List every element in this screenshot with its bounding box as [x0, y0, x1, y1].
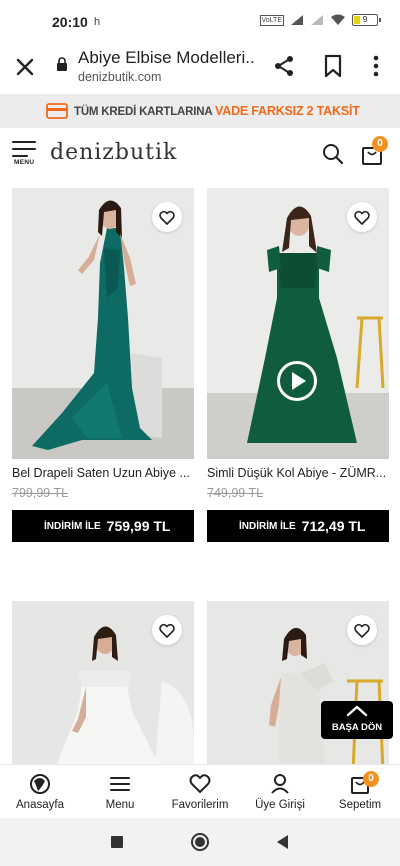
heart-icon [354, 210, 370, 225]
status-time: 20:10 [52, 14, 88, 30]
nav-item-login[interactable]: Üye Girişi [240, 771, 320, 817]
home-circle-icon [191, 833, 209, 851]
product-card[interactable] [207, 601, 389, 764]
close-tab-button[interactable] [12, 54, 38, 80]
back-system-button[interactable] [272, 832, 292, 852]
menu-icon [110, 777, 130, 791]
promo-text-main: TÜM KREDİ KARTLARINA [74, 106, 216, 118]
search-icon [323, 144, 344, 165]
site-header: MENU denizbutik 0 [0, 128, 400, 182]
product-image[interactable] [207, 601, 389, 764]
discount-price-bar: İNDİRİM İLE 712,49 TL [207, 510, 389, 542]
discount-label: İNDİRİM İLE [44, 520, 101, 532]
header-cart-badge: 0 [372, 136, 388, 152]
status-icons: VoLTE 9 [259, 14, 381, 26]
menu-label: MENU [14, 159, 35, 166]
share-icon [275, 56, 293, 76]
product-image[interactable] [12, 601, 194, 764]
signal-icon [291, 15, 303, 25]
nav-label-menu: Menu [105, 799, 135, 811]
heart-icon [159, 210, 175, 225]
user-icon [271, 774, 289, 794]
bottom-nav: Anasayfa Menu Favorilerim Üye Girişi 0 S… [0, 764, 400, 818]
volte-icon: VoLTE [259, 14, 284, 26]
wifi-icon [331, 14, 345, 25]
heart-icon [159, 623, 175, 638]
old-price: 799,99 TL [12, 486, 69, 500]
heart-icon [354, 623, 370, 638]
discount-label: İNDİRİM İLE [239, 520, 296, 532]
favorite-button[interactable] [152, 202, 182, 232]
product-image[interactable] [12, 188, 194, 459]
header-cart-button[interactable]: 0 [360, 136, 388, 166]
favorite-button[interactable] [152, 615, 182, 645]
nav-item-home[interactable]: Anasayfa [0, 771, 80, 817]
battery-level: 9 [362, 15, 368, 24]
discount-price: 759,99 TL [106, 518, 171, 534]
product-card[interactable]: Bel Drapeli Saten Uzun Abiye ... 799,99 … [12, 188, 194, 544]
close-icon [16, 58, 34, 76]
back-triangle-icon [277, 835, 288, 849]
nav-cart-badge: 0 [363, 771, 379, 787]
favorite-button[interactable] [347, 615, 377, 645]
page-title[interactable]: Abiye Elbise Modelleri... [78, 48, 254, 68]
discount-price-bar: İNDİRİM İLE 759,99 TL [12, 510, 194, 542]
hamburger-icon [12, 141, 36, 157]
back-to-top-button[interactable]: BAŞA DÖN [321, 701, 393, 739]
product-card[interactable] [12, 601, 194, 764]
nav-item-cart[interactable]: 0 Sepetim [320, 771, 400, 817]
system-nav-bar [0, 818, 400, 866]
credit-card-icon [46, 103, 68, 119]
status-bar: 20:10 h VoLTE 9 [0, 0, 400, 44]
bookmark-icon [324, 54, 342, 78]
old-price: 749,99 TL [207, 486, 264, 500]
discount-price: 712,49 TL [301, 518, 366, 534]
promo-text-accent: VADE FARKSIZ 2 TAKSİT [215, 104, 360, 118]
share-button[interactable] [272, 54, 296, 78]
more-options-button[interactable] [366, 54, 386, 78]
nav-label-login: Üye Girişi [255, 799, 305, 811]
nav-item-menu[interactable]: Menu [80, 771, 160, 817]
page-domain[interactable]: denizbutik.com [78, 70, 161, 84]
status-extra: h [94, 16, 101, 28]
heart-icon [189, 774, 211, 793]
bookmark-button[interactable] [322, 54, 344, 78]
nav-label-home: Anasayfa [16, 799, 64, 811]
product-card[interactable]: Simli Düşük Kol Abiye - ZÜMR... 749,99 T… [207, 188, 389, 544]
back-to-top-label: BAŞA DÖN [331, 722, 383, 733]
browser-toolbar: Abiye Elbise Modelleri... denizbutik.com [0, 44, 400, 94]
product-image[interactable] [207, 188, 389, 459]
site-logo[interactable]: denizbutik [50, 140, 177, 165]
home-icon [30, 774, 50, 794]
more-vert-icon [373, 55, 379, 77]
nav-item-favorites[interactable]: Favorilerim [160, 771, 240, 817]
home-system-button[interactable] [190, 832, 210, 852]
recents-button[interactable] [107, 832, 127, 852]
chevron-up-icon [346, 705, 368, 717]
promo-text: TÜM KREDİ KARTLARINA VADE FARKSIZ 2 TAKS… [74, 104, 360, 118]
search-button[interactable] [322, 143, 344, 165]
product-name[interactable]: Simli Düşük Kol Abiye - ZÜMR... [207, 466, 389, 480]
nav-label-favorites: Favorilerim [171, 799, 229, 811]
favorite-button[interactable] [347, 202, 377, 232]
signal-weak-icon [311, 15, 323, 25]
lock-icon [57, 57, 67, 71]
battery-icon: 9 [352, 14, 381, 26]
promo-banner[interactable]: TÜM KREDİ KARTLARINA VADE FARKSIZ 2 TAKS… [0, 94, 400, 128]
video-play-button[interactable] [277, 361, 317, 401]
recents-icon [111, 836, 123, 848]
play-icon [292, 372, 306, 390]
product-name[interactable]: Bel Drapeli Saten Uzun Abiye ... [12, 466, 194, 480]
nav-label-cart: Sepetim [338, 799, 382, 811]
